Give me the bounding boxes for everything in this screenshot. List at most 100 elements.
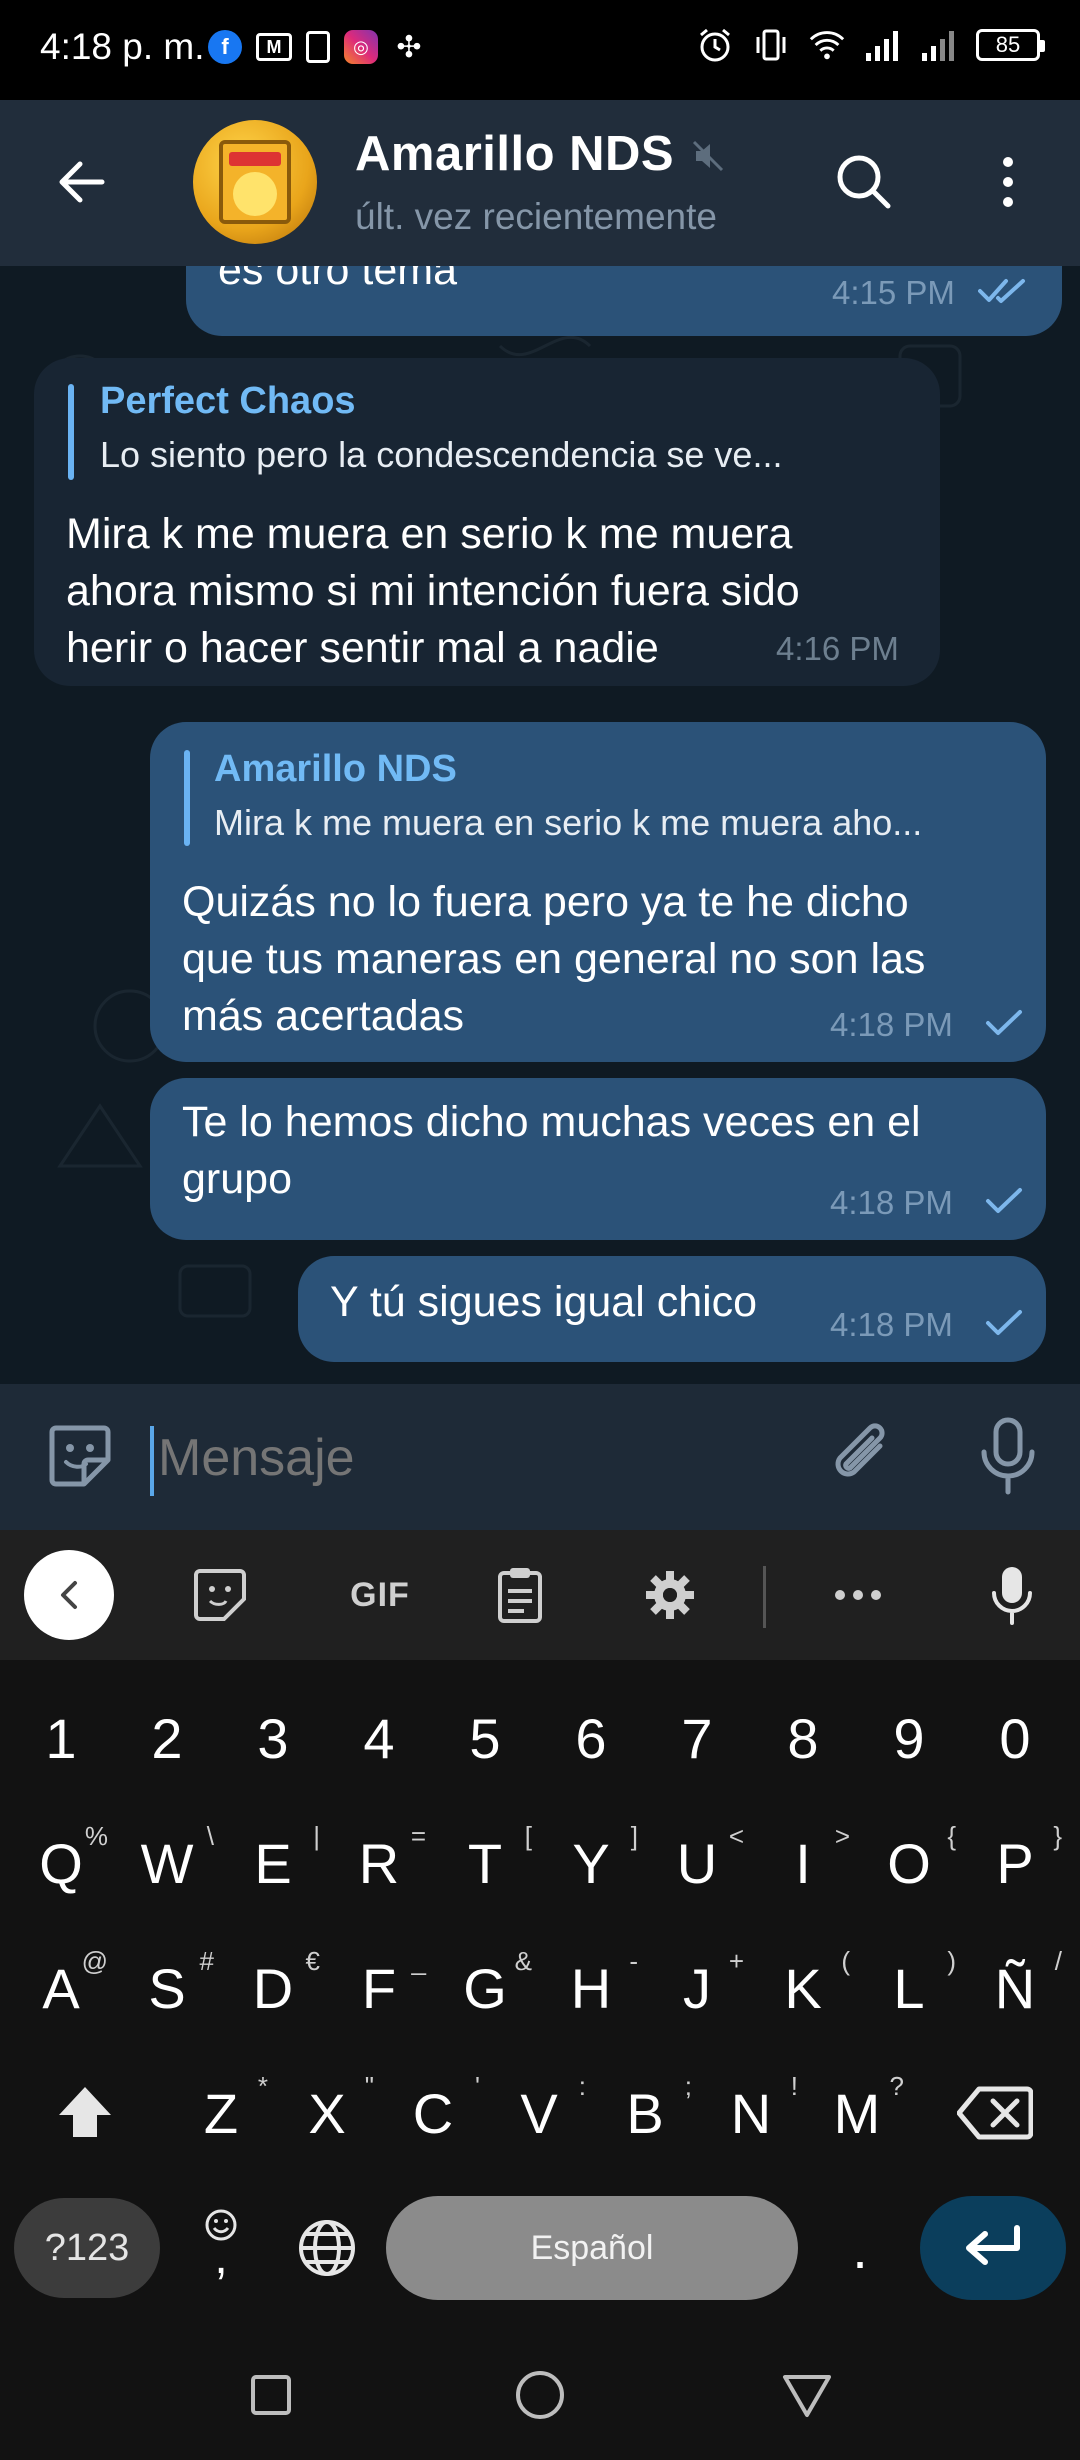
gmail-icon: M	[256, 33, 292, 61]
key-m[interactable]: M?	[804, 2063, 910, 2163]
key-c[interactable]: C '	[380, 2063, 486, 2163]
key-label: R	[358, 1831, 400, 1895]
key-9[interactable]: 9	[856, 1688, 962, 1788]
comma-emoji-key[interactable]: ,	[174, 2198, 268, 2298]
key-y[interactable]: Y]	[538, 1813, 644, 1913]
backspace-key[interactable]	[940, 2063, 1050, 2163]
avatar[interactable]	[193, 120, 317, 244]
search-icon	[837, 155, 891, 209]
voice-input-button[interactable]	[977, 1560, 1047, 1630]
key-4[interactable]: 4	[326, 1688, 432, 1788]
key-hint: {	[947, 1821, 956, 1851]
key-label: P	[996, 1831, 1034, 1895]
shift-icon	[59, 2087, 111, 2137]
key-t[interactable]: T[	[432, 1813, 538, 1913]
key-label: .	[852, 2216, 868, 2280]
key-u[interactable]: U <	[644, 1813, 750, 1913]
message-bubble-incoming[interactable]: Perfect Chaos Lo siento pero la condesce…	[34, 358, 940, 686]
recents-button[interactable]	[236, 2360, 306, 2430]
reply-author[interactable]: Amarillo NDS	[214, 748, 457, 791]
message-list[interactable]: es otro tema 4:15 PM Perfect Chaos Lo si…	[0, 266, 1080, 1384]
globe-icon	[299, 2220, 355, 2276]
clipboard-button[interactable]	[485, 1560, 555, 1630]
keyboard-collapse-button[interactable]	[24, 1550, 114, 1640]
key-g[interactable]: G &	[432, 1938, 538, 2038]
back-button[interactable]	[52, 152, 112, 212]
key-d[interactable]: D €	[220, 1938, 326, 2038]
search-button[interactable]	[832, 150, 896, 214]
key-2[interactable]: 2	[114, 1688, 220, 1788]
gif-button[interactable]: GIF	[335, 1560, 425, 1630]
instagram-icon: ◎	[344, 30, 378, 64]
key-p[interactable]: P}	[962, 1813, 1068, 1913]
key-z[interactable]: Z *	[168, 2063, 274, 2163]
reply-snippet[interactable]: Lo siento pero la condescendencia se ve.…	[100, 434, 900, 476]
text-cursor	[150, 1426, 154, 1496]
circle-icon	[516, 2371, 564, 2419]
key-enye[interactable]: Ñ /	[962, 1938, 1068, 2038]
key-j[interactable]: J +	[644, 1938, 750, 2038]
emoji-sticker-button[interactable]	[44, 1420, 116, 1492]
key-k[interactable]: K(	[750, 1938, 856, 2038]
key-hint: (	[841, 1946, 850, 1976]
key-b[interactable]: B;	[592, 2063, 698, 2163]
key-x[interactable]: X "	[274, 2063, 380, 2163]
key-n[interactable]: N!	[698, 2063, 804, 2163]
keyboard-settings-button[interactable]	[635, 1560, 705, 1630]
reply-snippet[interactable]: Mira k me muera en serio k me muera aho.…	[214, 802, 1014, 844]
key-s[interactable]: S #	[114, 1938, 220, 2038]
key-label: 9	[893, 1706, 925, 1770]
more-options-button[interactable]	[988, 150, 1028, 214]
message-line: Mira k me muera en serio k me muera	[66, 510, 793, 558]
message-bubble-outgoing[interactable]: Y tú sigues igual chico 4:18 PM	[298, 1256, 1046, 1362]
key-r[interactable]: R =	[326, 1813, 432, 1913]
status-bar: 4:18 p. m. f M ◎ ✣ 85	[0, 0, 1080, 100]
key-7[interactable]: 7	[644, 1688, 750, 1788]
chat-title[interactable]: Amarillo NDS	[355, 126, 674, 182]
key-h[interactable]: H-	[538, 1938, 644, 2038]
key-label: 4	[363, 1706, 395, 1770]
key-f[interactable]: F _	[326, 1938, 432, 2038]
triangle-back-icon	[783, 2375, 831, 2417]
key-3[interactable]: 3	[220, 1688, 326, 1788]
message-bubble-outgoing[interactable]: es otro tema 4:15 PM	[186, 266, 1062, 336]
key-v[interactable]: V:	[486, 2063, 592, 2163]
key-1[interactable]: 1	[8, 1688, 114, 1788]
check-icon	[986, 1010, 1022, 1035]
emoji-icon	[205, 2209, 237, 2241]
key-a[interactable]: A @	[8, 1938, 114, 2038]
voice-message-button[interactable]	[972, 1414, 1044, 1498]
key-q[interactable]: Q%	[8, 1813, 114, 1913]
message-input[interactable]	[158, 1418, 798, 1498]
more-tools-button[interactable]	[823, 1560, 893, 1630]
key-label: J	[683, 1956, 711, 2020]
key-i[interactable]: I >	[750, 1813, 856, 1913]
battery-icon: 85	[976, 29, 1045, 61]
key-label: 7	[681, 1706, 713, 1770]
key-o[interactable]: O{	[856, 1813, 962, 1913]
key-w[interactable]: W \	[114, 1813, 220, 1913]
key-6[interactable]: 6	[538, 1688, 644, 1788]
sticker-tool-button[interactable]	[185, 1560, 255, 1630]
chat-header: Amarillo NDS últ. vez recientemente	[0, 100, 1080, 266]
chevron-left-icon	[61, 1581, 77, 1609]
period-key[interactable]: .	[812, 2198, 908, 2298]
key-5[interactable]: 5	[432, 1688, 538, 1788]
message-bubble-outgoing[interactable]: Te lo hemos dicho muchas veces en el gru…	[150, 1078, 1046, 1240]
reply-author[interactable]: Perfect Chaos	[100, 380, 356, 423]
language-key[interactable]	[280, 2198, 374, 2298]
key-l[interactable]: L)	[856, 1938, 962, 2038]
key-hint: )	[947, 1946, 956, 1976]
space-key[interactable]: Español	[386, 2196, 798, 2300]
message-bubble-outgoing[interactable]: Amarillo NDS Mira k me muera en serio k …	[150, 722, 1046, 1062]
key-0[interactable]: 0	[962, 1688, 1068, 1788]
attach-button[interactable]	[826, 1416, 902, 1496]
enter-key[interactable]	[920, 2196, 1066, 2300]
back-nav-button[interactable]	[772, 2360, 842, 2430]
gear-icon	[646, 1571, 694, 1619]
home-button[interactable]	[505, 2360, 575, 2430]
symbols-key[interactable]: ?123	[14, 2198, 160, 2298]
key-8[interactable]: 8	[750, 1688, 856, 1788]
shift-key[interactable]	[30, 2063, 140, 2163]
key-e[interactable]: E |	[220, 1813, 326, 1913]
